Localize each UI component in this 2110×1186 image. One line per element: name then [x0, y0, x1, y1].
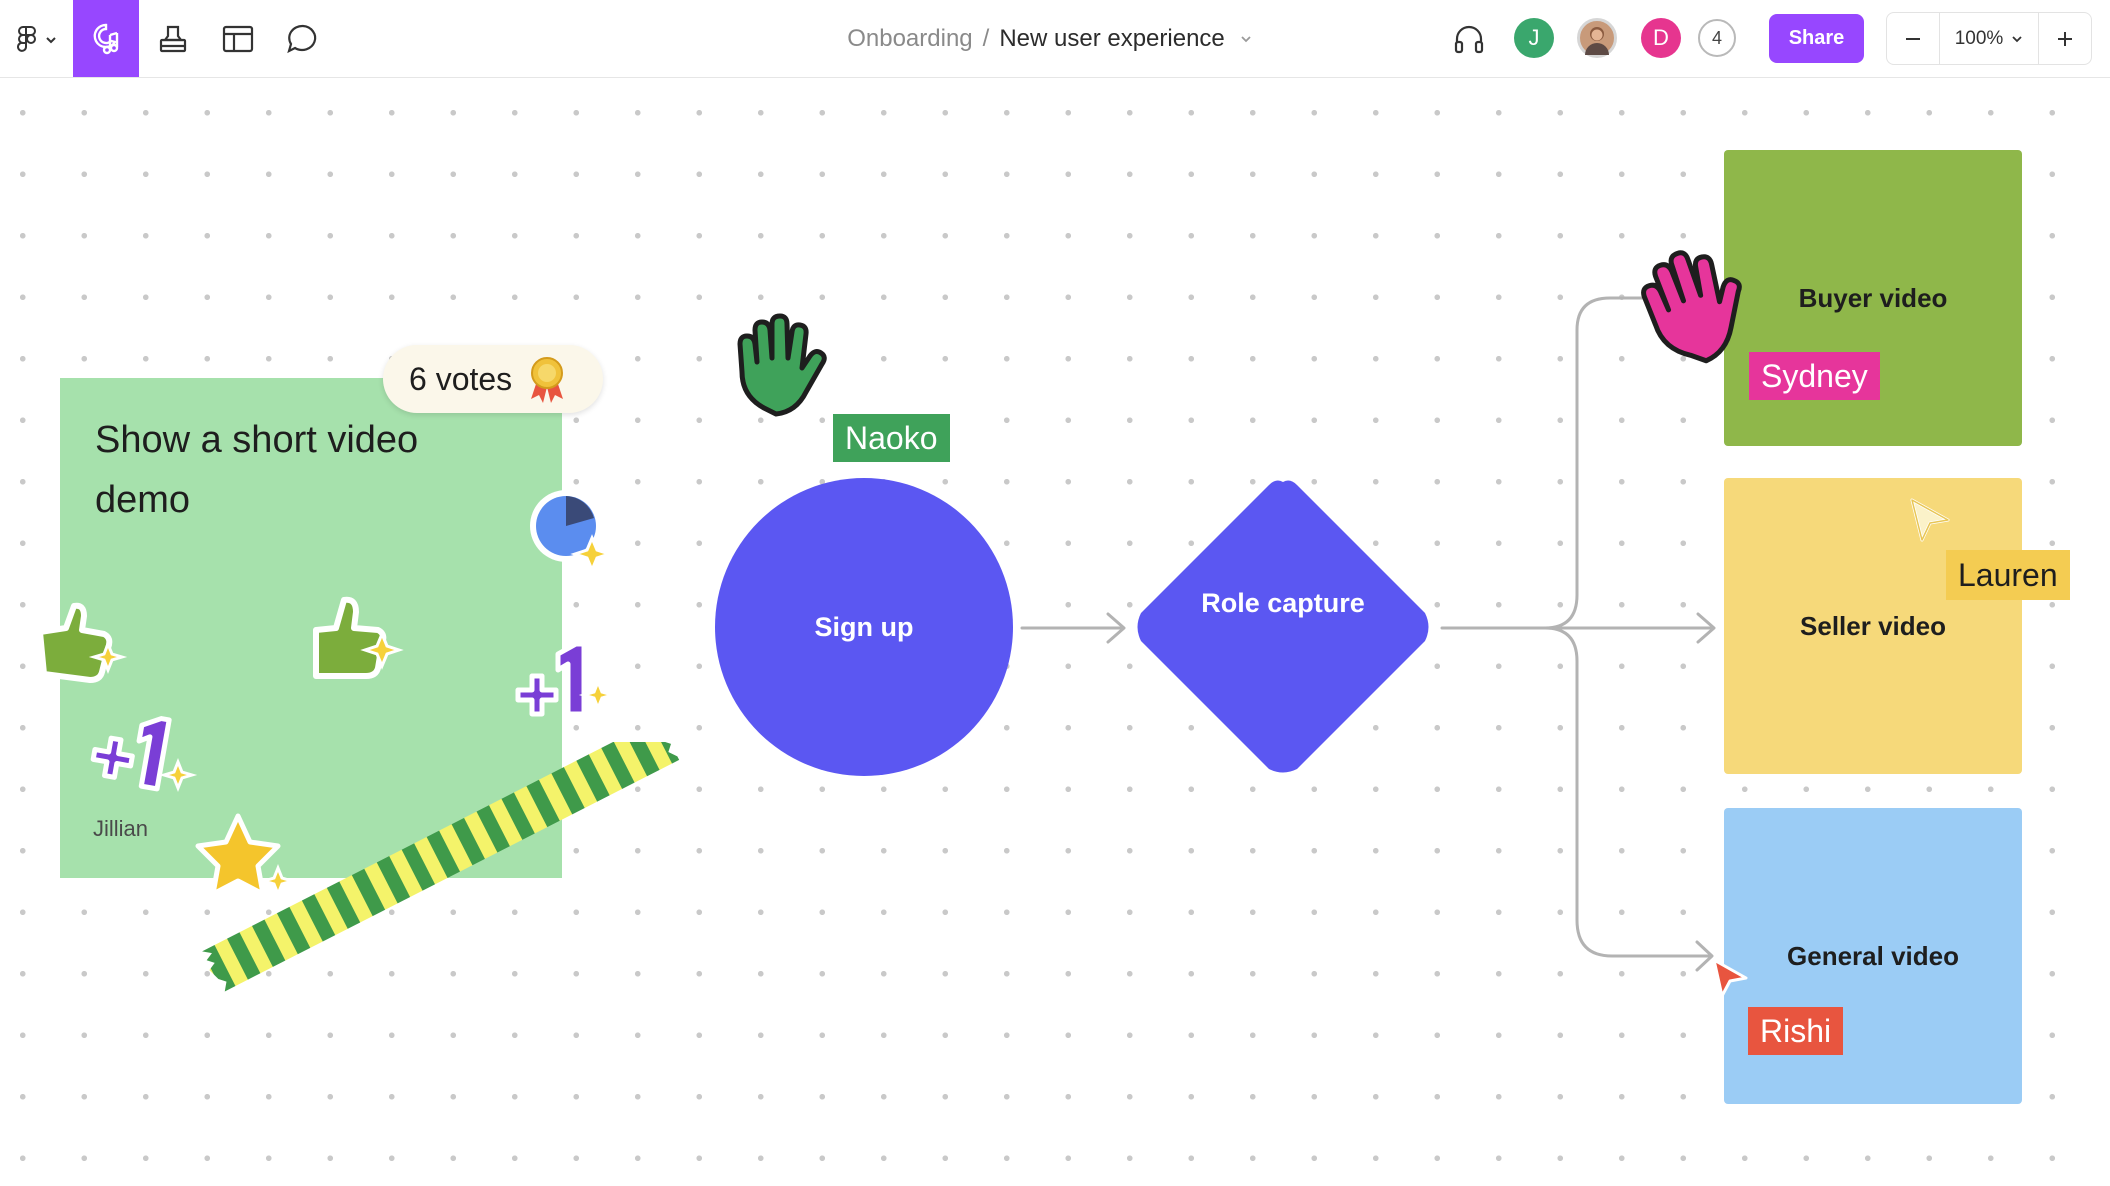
cursor-name-tag: Naoko [833, 414, 950, 462]
breadcrumb: Onboarding / New user experience [820, 0, 1280, 77]
wave-hand-cursor-icon [1641, 250, 1742, 364]
avatar-initial: J [1528, 25, 1540, 50]
diamond-shape [1137, 480, 1429, 773]
avatar[interactable]: D [1641, 18, 1681, 58]
role-capture-label: Role capture [1201, 588, 1365, 618]
avatar[interactable]: J [1514, 18, 1554, 58]
figma-logo-menu-icon[interactable] [8, 0, 70, 77]
plus-icon [2058, 31, 2072, 46]
stamp-tool-icon[interactable] [142, 0, 204, 77]
plus-one-sticker-icon[interactable] [88, 712, 198, 806]
zoom-control: 100% [1886, 12, 2092, 65]
top-toolbar: Onboarding / New user experience J D 4 S… [0, 0, 2110, 78]
collaborator-name: Naoko [845, 419, 938, 456]
sticky-note-text: Show a short video demo [95, 419, 419, 521]
signup-label: Sign up [814, 611, 914, 642]
buyer-video-label: Buyer video [1798, 282, 1948, 313]
comment-icon[interactable] [272, 0, 334, 77]
award-medal-icon [531, 357, 564, 403]
zoom-in-button[interactable] [2039, 13, 2091, 64]
sticky-note-author: Jillian [93, 816, 149, 841]
cursor-name-tag: Rishi [1748, 1007, 1844, 1055]
general-video-card[interactable]: General video [1724, 808, 2022, 1104]
cursor-name-tag: Sydney [1749, 352, 1880, 400]
pointer-cursor-icon [1712, 958, 1748, 998]
zoom-out-button[interactable] [1887, 13, 1939, 64]
vote-count-badge[interactable]: 6 votes [383, 345, 603, 413]
vote-count: 6 votes [409, 360, 513, 397]
avatar-initial: D [1653, 25, 1669, 50]
collaborator-name: Lauren [1958, 556, 2058, 593]
pie-chart-sticker-icon[interactable] [520, 482, 620, 578]
plus-one-sticker-icon[interactable] [512, 640, 616, 724]
collaborator-name: Sydney [1761, 357, 1868, 394]
thumbs-up-sticker-icon[interactable] [306, 590, 410, 686]
table-layout-icon[interactable] [207, 0, 269, 77]
collaborator-count-badge[interactable]: 4 [1698, 19, 1736, 57]
breadcrumb-separator: / [982, 24, 990, 52]
audio-headphones-icon[interactable] [1438, 0, 1500, 77]
avatar-photo[interactable] [1577, 18, 1617, 58]
zoom-dropdown[interactable]: 100% [1939, 13, 2039, 64]
chevron-down-icon[interactable] [1239, 25, 1253, 53]
file-title[interactable]: New user experience [999, 25, 1224, 53]
cursor-name-tag: Lauren [1946, 550, 2070, 600]
general-video-label: General video [1787, 940, 1959, 971]
pointer-cursor-icon [1910, 498, 1950, 542]
seller-video-card[interactable]: Seller video [1724, 478, 2022, 774]
star-sticker-icon[interactable] [192, 810, 302, 910]
collaborator-name: Rishi [1760, 1012, 1832, 1049]
breadcrumb-parent[interactable]: Onboarding [847, 25, 972, 53]
buyer-video-card[interactable]: Buyer video [1724, 150, 2022, 446]
chevron-down-icon [2012, 35, 2022, 42]
sticker-music-tool-icon[interactable] [73, 0, 139, 77]
wave-hand-cursor-icon [737, 313, 827, 417]
seller-video-label: Seller video [1800, 610, 1946, 641]
thumbs-up-sticker-icon[interactable] [32, 598, 132, 688]
flow-start-circle[interactable]: Sign up [715, 478, 1013, 776]
person-photo-icon [1585, 27, 1609, 55]
flow-decision-diamond[interactable]: Role capture [1134, 478, 1432, 776]
zoom-level: 100% [1954, 27, 2004, 49]
collaborator-count: 4 [1711, 27, 1722, 48]
share-button[interactable]: Share [1769, 14, 1864, 63]
minus-icon [1906, 37, 1920, 40]
